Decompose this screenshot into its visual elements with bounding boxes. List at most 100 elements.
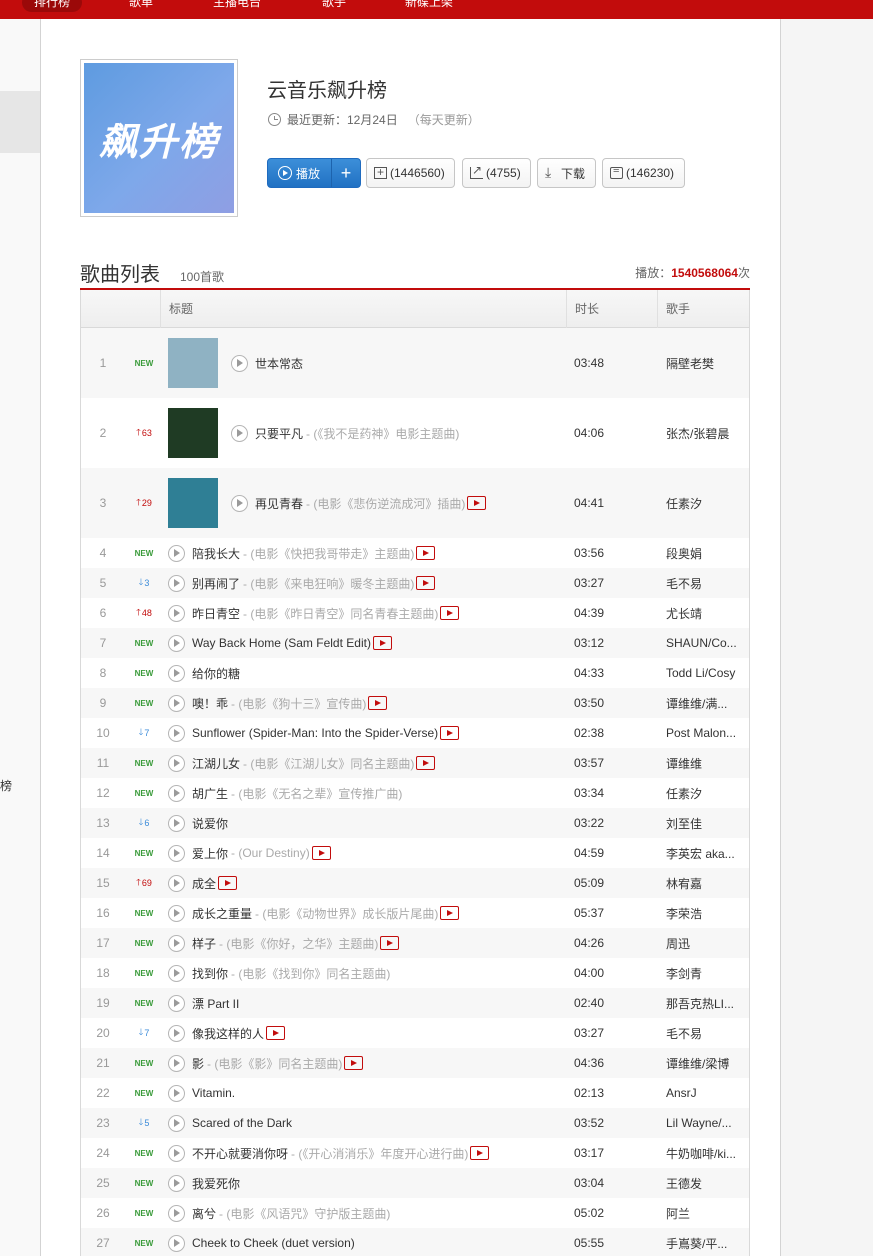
- sidebar-selected-item[interactable]: [0, 91, 40, 153]
- song-thumbnail[interactable]: [168, 338, 218, 388]
- song-artist[interactable]: 手嶌葵/平...: [666, 1228, 746, 1256]
- table-row[interactable]: 7 NEW Way Back Home (Sam Feldt Edit) 03:12 S…: [81, 628, 749, 658]
- table-row[interactable]: 6 🡑 48 昨日青空 - (电影《昨日青空》同名青春主题曲) 04:39 尤长靖: [81, 598, 749, 628]
- song-name[interactable]: 胡广生: [192, 785, 228, 802]
- table-row[interactable]: 2 🡑 63 只要平凡 - (《我不是药神》电影主题曲) 04:06 张杰/张碧晨: [81, 398, 749, 468]
- song-name[interactable]: Cheek to Cheek (duet version): [192, 1236, 355, 1250]
- nav-item-playlists[interactable]: 歌单: [129, 0, 153, 12]
- table-row[interactable]: 1 NEW 世本常态 03:48 隔壁老樊: [81, 328, 749, 398]
- download-button[interactable]: 下载: [537, 158, 596, 188]
- share-button[interactable]: (4755): [462, 158, 531, 188]
- mv-icon[interactable]: [440, 906, 460, 920]
- play-song-icon[interactable]: [168, 1234, 185, 1252]
- song-artist[interactable]: 那吾克热LI...: [666, 988, 746, 1018]
- table-row[interactable]: 21 NEW 影 - (电影《影》同名主题曲) 04:36 谭维维/梁博: [81, 1048, 749, 1078]
- play-song-icon[interactable]: [168, 604, 185, 622]
- song-name[interactable]: 我爱死你: [192, 1175, 240, 1192]
- mv-icon[interactable]: [311, 846, 331, 860]
- song-artist[interactable]: 周迅: [666, 928, 746, 958]
- play-song-icon[interactable]: [168, 1114, 185, 1132]
- table-row[interactable]: 5 🡓 3 别再闹了 - (电影《来电狂响》暖冬主题曲) 03:27 毛不易: [81, 568, 749, 598]
- song-name[interactable]: 再见青春: [255, 495, 303, 512]
- play-song-icon[interactable]: [168, 544, 185, 562]
- song-artist[interactable]: 任素汐: [666, 778, 746, 808]
- table-row[interactable]: 13 🡓 6 说爱你 03:22 刘至佳: [81, 808, 749, 838]
- table-row[interactable]: 23 🡓 5 Scared of the Dark 03:52 Lil Wayne/...: [81, 1108, 749, 1138]
- song-artist[interactable]: 刘至佳: [666, 808, 746, 838]
- nav-item-new-albums[interactable]: 新碟上架: [405, 0, 453, 12]
- play-song-icon[interactable]: [168, 904, 185, 922]
- song-name[interactable]: 昨日青空: [192, 605, 240, 622]
- play-song-icon[interactable]: [168, 1024, 185, 1042]
- mv-icon[interactable]: [380, 936, 400, 950]
- play-song-icon[interactable]: [231, 354, 248, 372]
- song-artist[interactable]: 尤长靖: [666, 598, 746, 628]
- table-row[interactable]: 9 NEW 噢！乖 - (电影《狗十三》宣传曲) 03:50 谭维维/满...: [81, 688, 749, 718]
- song-name[interactable]: 成全: [192, 875, 216, 892]
- table-row[interactable]: 20 🡓 7 像我这样的人 03:27 毛不易: [81, 1018, 749, 1048]
- play-song-icon[interactable]: [168, 934, 185, 952]
- song-artist[interactable]: SHAUN/Co...: [666, 628, 746, 658]
- song-artist[interactable]: 李剑青: [666, 958, 746, 988]
- comment-button[interactable]: (146230): [602, 158, 685, 188]
- song-name[interactable]: 陪我长大: [192, 545, 240, 562]
- table-row[interactable]: 4 NEW 陪我长大 - (电影《快把我哥带走》主题曲) 03:56 段奥娟: [81, 538, 749, 568]
- mv-icon[interactable]: [344, 1056, 364, 1070]
- mv-icon[interactable]: [368, 696, 388, 710]
- table-row[interactable]: 16 NEW 成长之重量 - (电影《动物世界》成长版片尾曲) 05:37 李荣浩: [81, 898, 749, 928]
- song-name[interactable]: 给你的糖: [192, 665, 240, 682]
- song-name[interactable]: 世本常态: [255, 355, 303, 372]
- table-row[interactable]: 17 NEW 样子 - (电影《你好，之华》主题曲) 04:26 周迅: [81, 928, 749, 958]
- table-row[interactable]: 19 NEW 漂 Part II 02:40 那吾克热LI...: [81, 988, 749, 1018]
- song-name[interactable]: 像我这样的人: [192, 1025, 264, 1042]
- song-artist[interactable]: 李英宏 aka...: [666, 838, 746, 868]
- play-song-icon[interactable]: [168, 1084, 185, 1102]
- play-song-icon[interactable]: [168, 694, 185, 712]
- mv-icon[interactable]: [416, 756, 436, 770]
- table-row[interactable]: 15 🡑 69 成全 05:09 林宥嘉: [81, 868, 749, 898]
- song-name[interactable]: 不开心就要消你呀: [192, 1145, 288, 1162]
- table-row[interactable]: 11 NEW 江湖儿女 - (电影《江湖儿女》同名主题曲) 03:57 谭维维: [81, 748, 749, 778]
- table-row[interactable]: 27 NEW Cheek to Cheek (duet version) 05:55 手…: [81, 1228, 749, 1256]
- play-song-icon[interactable]: [168, 1144, 185, 1162]
- mv-icon[interactable]: [372, 636, 392, 650]
- song-artist[interactable]: 李荣浩: [666, 898, 746, 928]
- song-artist[interactable]: Post Malon...: [666, 718, 746, 748]
- play-button[interactable]: 播放: [268, 159, 332, 187]
- song-artist[interactable]: 谭维维: [666, 748, 746, 778]
- song-name[interactable]: 影: [192, 1055, 204, 1072]
- song-artist[interactable]: 王德发: [666, 1168, 746, 1198]
- play-song-icon[interactable]: [231, 494, 248, 512]
- song-artist[interactable]: Lil Wayne/...: [666, 1108, 746, 1138]
- table-row[interactable]: 18 NEW 找到你 - (电影《找到你》同名主题曲) 04:00 李剑青: [81, 958, 749, 988]
- song-name[interactable]: 江湖儿女: [192, 755, 240, 772]
- song-artist[interactable]: 张杰/张碧晨: [666, 398, 746, 468]
- table-row[interactable]: 8 NEW 给你的糖 04:33 Todd Li/Cosy: [81, 658, 749, 688]
- song-name[interactable]: 噢！乖: [192, 695, 228, 712]
- add-to-queue-button[interactable]: +: [332, 159, 360, 187]
- song-thumbnail[interactable]: [168, 408, 218, 458]
- song-artist[interactable]: 毛不易: [666, 1018, 746, 1048]
- play-song-icon[interactable]: [168, 1054, 185, 1072]
- play-song-icon[interactable]: [168, 784, 185, 802]
- song-name[interactable]: 只要平凡: [255, 425, 303, 442]
- table-row[interactable]: 14 NEW 爱上你 - (Our Destiny) 04:59 李英宏 aka...: [81, 838, 749, 868]
- mv-icon[interactable]: [266, 1026, 286, 1040]
- play-song-icon[interactable]: [168, 664, 185, 682]
- play-song-icon[interactable]: [168, 1174, 185, 1192]
- mv-icon[interactable]: [416, 576, 436, 590]
- play-song-icon[interactable]: [231, 424, 248, 442]
- song-artist[interactable]: 任素汐: [666, 468, 746, 538]
- mv-icon[interactable]: [440, 726, 460, 740]
- song-artist[interactable]: 毛不易: [666, 568, 746, 598]
- song-artist[interactable]: 牛奶咖啡/ki...: [666, 1138, 746, 1168]
- play-song-icon[interactable]: [168, 754, 185, 772]
- table-row[interactable]: 24 NEW 不开心就要消你呀 - (《开心消消乐》年度开心进行曲) 03:17 牛奶咖啡…: [81, 1138, 749, 1168]
- song-name[interactable]: 爱上你: [192, 845, 228, 862]
- song-name[interactable]: 成长之重量: [192, 905, 252, 922]
- play-song-icon[interactable]: [168, 574, 185, 592]
- play-song-icon[interactable]: [168, 874, 185, 892]
- song-name[interactable]: 说爱你: [192, 815, 228, 832]
- song-thumbnail[interactable]: [168, 478, 218, 528]
- song-name[interactable]: 离兮: [192, 1205, 216, 1222]
